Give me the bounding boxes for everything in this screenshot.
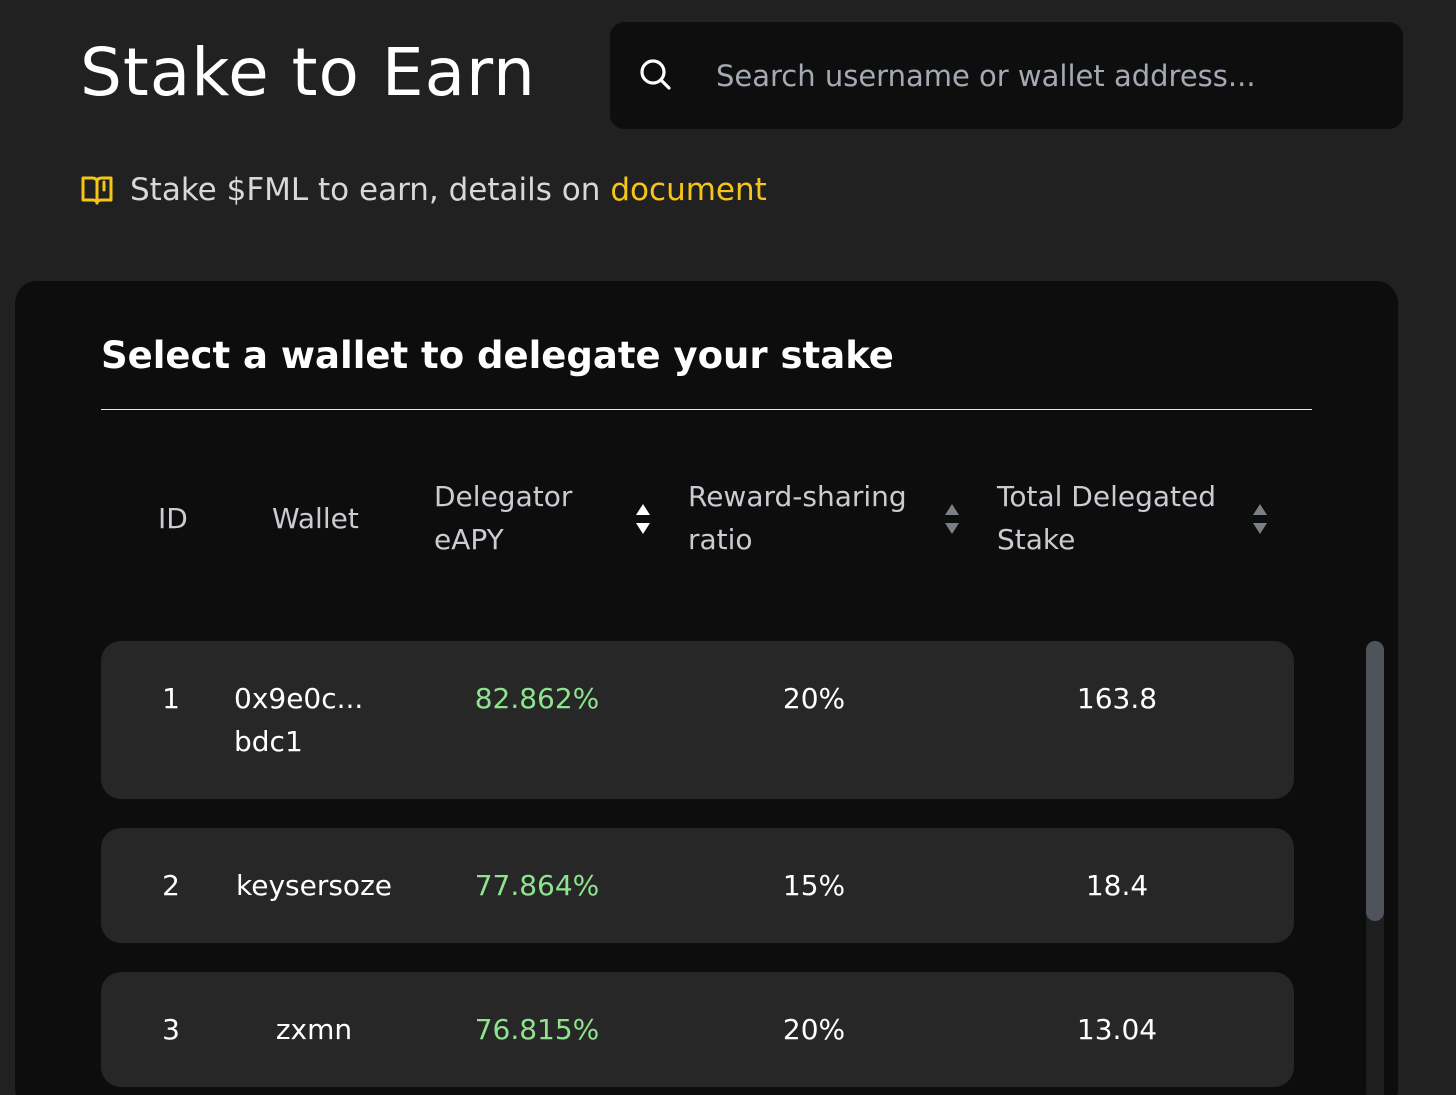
column-header-ratio[interactable]: Reward-sharing ratio [688,475,938,561]
row-stake: 18.4 [1085,869,1149,902]
row-id: 3 [162,1013,180,1046]
page-title: Stake to Earn [80,34,536,111]
row-ratio: 15% [782,869,846,902]
search-input[interactable] [716,54,1376,98]
row-eapy: 76.815% [474,1013,600,1046]
row-ratio: 20% [782,1013,846,1046]
divider [101,409,1312,410]
scrollbar-thumb[interactable] [1366,641,1384,921]
row-eapy: 82.862% [474,682,600,715]
row-wallet-line2: bdc1 [234,725,303,758]
row-id: 1 [162,682,180,715]
row-ratio: 20% [782,682,846,715]
panel-heading: Select a wallet to delegate your stake [101,334,894,377]
row-id: 2 [162,869,180,902]
row-wallet: keysersoze [236,869,392,902]
page: Stake to Earn Stake $FML to earn, detail… [0,0,1456,1095]
row-eapy: 77.864% [474,869,600,902]
notice-text: Stake $FML to earn, details on [130,172,601,208]
row-wallet: 0x9e0c... [234,682,364,715]
column-header-stake[interactable]: Total Delegated Stake [997,475,1237,561]
sort-stake-icon[interactable] [1251,502,1269,536]
row-stake: 13.04 [1076,1013,1158,1046]
search-icon[interactable] [638,57,674,93]
column-header-wallet: Wallet [272,502,359,535]
row-wallet: zxmn [275,1013,353,1046]
sort-ratio-icon[interactable] [943,502,961,536]
row-stake: 163.8 [1076,682,1158,715]
book-icon [81,176,113,205]
column-header-eapy[interactable]: Delegator eAPY [434,475,614,561]
document-link[interactable]: document [610,172,766,208]
notice: Stake $FML to earn, details on document [80,172,767,208]
sort-eapy-icon[interactable] [634,502,652,536]
column-header-id: ID [158,502,188,535]
